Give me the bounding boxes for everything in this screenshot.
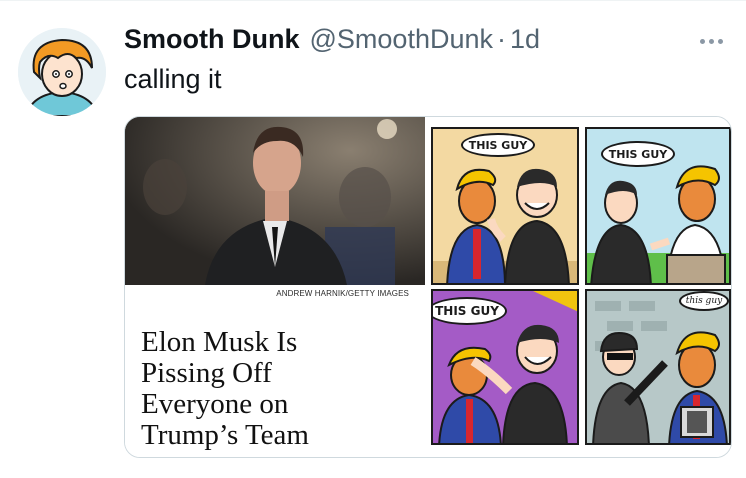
comic-panel-3: THIS GUY — [431, 289, 579, 445]
divider — [0, 0, 746, 1]
article-screenshot: ANDREW HARNIK/GETTY IMAGES Elon Musk Is … — [125, 117, 425, 457]
more-icon[interactable] — [694, 28, 728, 54]
article-headline: Elon Musk Is Pissing Off Everyone on Tru… — [141, 327, 411, 451]
headline-line: Elon Musk Is — [141, 326, 298, 358]
tweet-text: calling it — [124, 64, 222, 94]
comic-panel-1: THIS GUY — [431, 127, 579, 285]
comic-panel-4: this guy — [585, 289, 731, 445]
headline-line: Everyone on — [141, 388, 289, 420]
headline-line: Trump’s Team — [141, 419, 309, 451]
news-photo — [125, 117, 425, 285]
tweet[interactable]: Smooth Dunk @SmoothDunk · 1d calling it — [0, 0, 746, 478]
cartoon-avatar-icon[interactable] — [18, 28, 106, 116]
photo-credit: ANDREW HARNIK/GETTY IMAGES — [276, 289, 409, 298]
speech-bubble: THIS GUY — [601, 141, 675, 167]
separator-dot: · — [497, 24, 506, 54]
tweet-header: Smooth Dunk @SmoothDunk · 1d — [124, 24, 540, 58]
user-handle[interactable]: @SmoothDunk — [310, 24, 494, 55]
speech-bubble: this guy — [679, 291, 729, 311]
comic-strip: THIS GUY THIS GUY THIS GUY this guy — [425, 117, 731, 457]
display-name[interactable]: Smooth Dunk — [124, 24, 300, 55]
timestamp[interactable]: 1d — [510, 24, 540, 55]
media-attachment[interactable]: ANDREW HARNIK/GETTY IMAGES Elon Musk Is … — [124, 116, 732, 458]
comic-panel-2: THIS GUY — [585, 127, 731, 285]
speech-bubble: THIS GUY — [461, 133, 535, 157]
headline-line: Pissing Off — [141, 357, 272, 389]
